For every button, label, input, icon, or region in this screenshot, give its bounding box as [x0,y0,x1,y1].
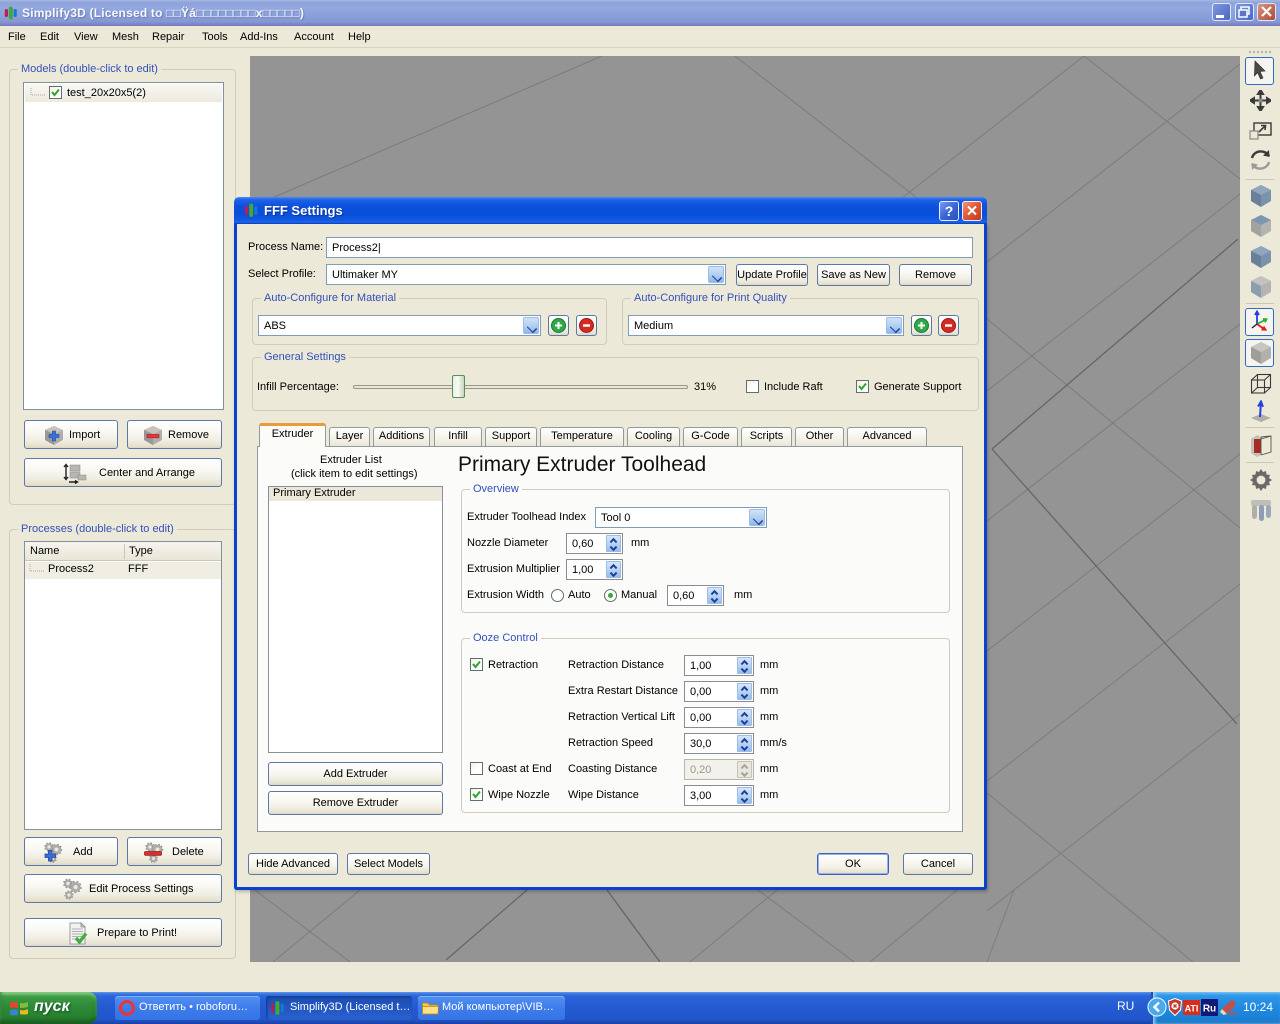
svg-text:Ru: Ru [1203,1004,1216,1015]
svg-text:?: ? [945,203,954,219]
svg-text:ATI: ATI [1185,1004,1199,1014]
